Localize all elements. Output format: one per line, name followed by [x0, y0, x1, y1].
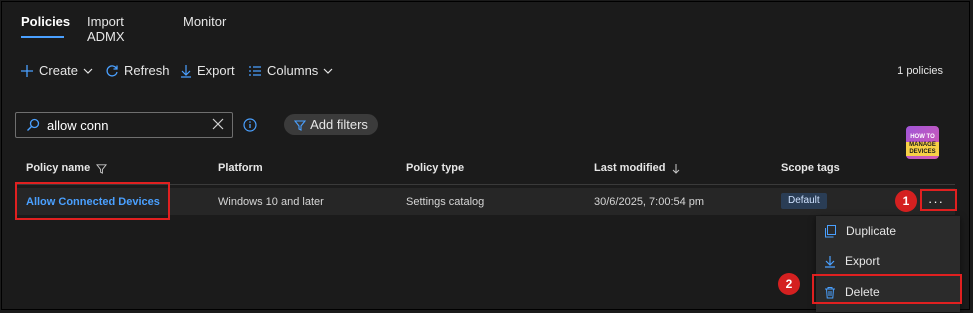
tab-policies[interactable]: Policies — [21, 14, 70, 29]
chevron-down-icon — [83, 68, 93, 74]
column-header-scope-tags[interactable]: Scope tags — [781, 162, 840, 174]
refresh-label: Refresh — [124, 63, 170, 78]
step-2-badge: 2 — [778, 273, 800, 295]
sort-down-icon — [672, 163, 679, 174]
download-icon — [825, 255, 835, 268]
highlight-box-delete — [812, 274, 962, 304]
menu-item-export[interactable]: Export — [824, 254, 880, 268]
create-button[interactable]: Create — [20, 63, 93, 78]
highlight-box-policy-name — [15, 182, 170, 220]
platform-cell: Windows 10 and later — [218, 196, 324, 208]
command-bar: Create Refresh Export Columns 1 policies — [2, 58, 969, 84]
copy-icon — [825, 224, 836, 237]
last-modified-cell: 30/6/2025, 7:00:54 pm — [594, 196, 705, 208]
policy-type-cell: Settings catalog — [406, 196, 485, 208]
menu-item-duplicate[interactable]: Duplicate — [824, 224, 896, 238]
export-label: Export — [197, 63, 235, 78]
add-filters-label: Add filters — [310, 117, 368, 132]
chevron-down-icon — [323, 68, 333, 74]
tab-import-admx[interactable]: Import ADMX — [87, 14, 125, 44]
search-value: allow conn — [47, 118, 109, 133]
filter-icon — [294, 119, 307, 131]
intune-policies-panel: Policies Import ADMX Monitor Create Refr… — [1, 1, 970, 312]
create-label: Create — [39, 63, 79, 78]
search-input[interactable]: allow conn — [15, 112, 233, 138]
active-tab-indicator — [21, 36, 64, 38]
logo-text-top: HOW TO — [910, 134, 935, 140]
policy-count: 1 policies — [897, 65, 943, 77]
column-header-policy-type[interactable]: Policy type — [406, 162, 464, 174]
columns-button[interactable]: Columns — [248, 63, 333, 78]
tab-monitor[interactable]: Monitor — [183, 14, 226, 29]
column-header-policy-name[interactable]: Policy name — [26, 162, 108, 174]
howto-manage-devices-logo: HOW TO MANAGE DEVICES — [906, 126, 939, 159]
refresh-button[interactable]: Refresh — [105, 63, 170, 78]
info-icon[interactable] — [243, 118, 257, 132]
download-icon — [181, 64, 191, 78]
export-button[interactable]: Export — [180, 63, 235, 78]
search-icon — [27, 118, 40, 131]
close-icon[interactable] — [211, 117, 225, 131]
logo-text-bottom: MANAGE DEVICES — [906, 142, 939, 156]
plus-icon — [21, 64, 33, 77]
refresh-icon — [106, 64, 118, 77]
highlight-box-more — [920, 189, 957, 211]
columns-label: Columns — [267, 63, 319, 78]
add-filters-button[interactable]: Add filters — [284, 114, 378, 135]
scope-tag-badge: Default — [781, 193, 827, 209]
column-header-last-modified[interactable]: Last modified — [594, 162, 680, 174]
step-1-badge: 1 — [895, 190, 917, 212]
column-header-platform[interactable]: Platform — [218, 162, 263, 174]
filter-icon[interactable] — [96, 163, 108, 174]
columns-icon — [249, 65, 261, 76]
